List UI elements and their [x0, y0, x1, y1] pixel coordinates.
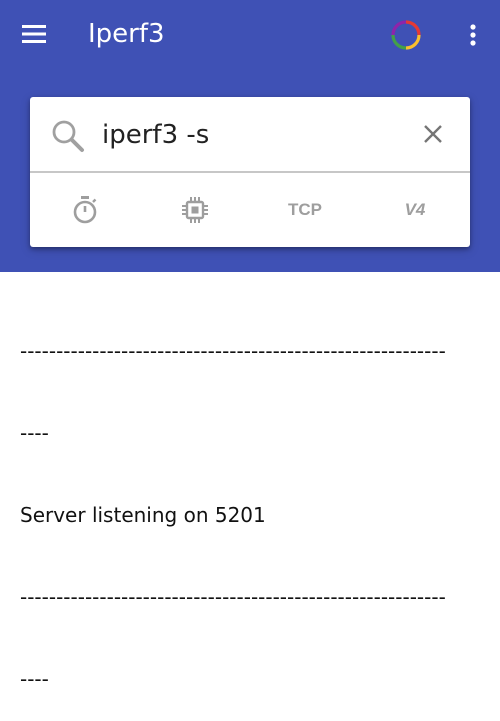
search-row: [30, 97, 470, 173]
command-card: TCP V4: [30, 97, 470, 247]
clear-button[interactable]: [416, 117, 450, 151]
output-line: ----------------------------------------…: [20, 585, 446, 609]
output-line: ----------------------------------------…: [20, 339, 446, 363]
timer-option-button[interactable]: [30, 173, 140, 247]
command-input[interactable]: [102, 115, 402, 155]
output-line: ----: [20, 667, 49, 691]
sync-progress-icon: [391, 20, 421, 50]
cpu-icon: [182, 197, 208, 223]
options-row: TCP V4: [30, 173, 470, 247]
search-icon: [52, 120, 84, 152]
console-output: ----------------------------------------…: [20, 284, 490, 721]
app-title: Iperf3: [88, 19, 165, 49]
overflow-menu-button[interactable]: [456, 16, 490, 54]
close-icon: [424, 125, 442, 143]
output-line: ----: [20, 421, 49, 445]
protocol-toggle[interactable]: TCP: [250, 173, 360, 247]
sync-status: [389, 18, 423, 52]
output-line: Server listening on 5201: [20, 503, 266, 527]
menu-button[interactable]: [12, 14, 56, 54]
more-vert-icon: [470, 24, 476, 46]
cpu-option-button[interactable]: [140, 173, 250, 247]
ip-version-toggle[interactable]: V4: [360, 173, 470, 247]
timer-icon: [73, 196, 97, 224]
menu-icon: [22, 25, 46, 43]
